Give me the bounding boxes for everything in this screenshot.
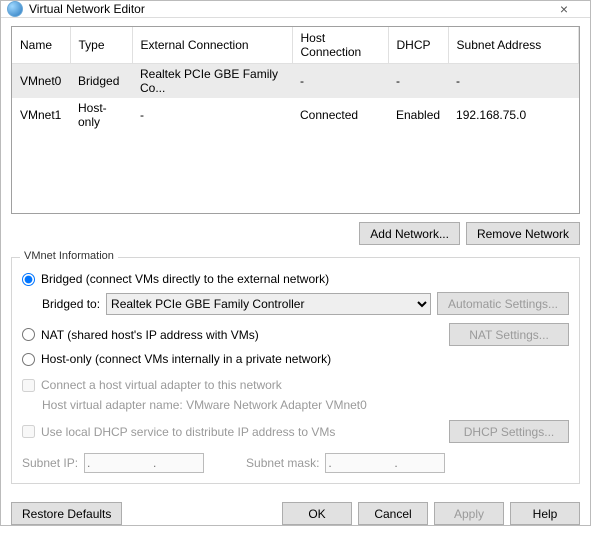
add-network-button[interactable]: Add Network... bbox=[359, 222, 460, 245]
nat-radio[interactable] bbox=[22, 328, 35, 341]
dhcp-settings-button[interactable]: DHCP Settings... bbox=[449, 420, 569, 443]
vmnet-information-group: VMnet Information Bridged (connect VMs d… bbox=[11, 257, 580, 484]
use-dhcp-checkbox[interactable] bbox=[22, 425, 35, 438]
col-type[interactable]: Type bbox=[70, 27, 132, 64]
network-table[interactable]: Name Type External Connection Host Conne… bbox=[11, 26, 580, 214]
ok-button[interactable]: OK bbox=[282, 502, 352, 525]
app-icon bbox=[7, 1, 23, 17]
hostonly-radio[interactable] bbox=[22, 353, 35, 366]
cell-dhcp: - bbox=[388, 64, 448, 99]
bridged-to-label: Bridged to: bbox=[42, 297, 100, 311]
cell-ext: - bbox=[132, 98, 292, 132]
window-title: Virtual Network Editor bbox=[29, 2, 544, 16]
nat-label: NAT (shared host's IP address with VMs) bbox=[41, 328, 259, 342]
cell-host: - bbox=[292, 64, 388, 99]
hostonly-label: Host-only (connect VMs internally in a p… bbox=[41, 352, 331, 366]
cell-subnet: 192.168.75.0 bbox=[448, 98, 578, 132]
bridged-to-select[interactable]: Realtek PCIe GBE Family Controller bbox=[106, 293, 431, 315]
col-host[interactable]: Host Connection bbox=[292, 27, 388, 64]
col-subnet[interactable]: Subnet Address bbox=[448, 27, 578, 64]
group-title: VMnet Information bbox=[20, 250, 118, 262]
titlebar: Virtual Network Editor × bbox=[1, 1, 590, 18]
cell-host: Connected bbox=[292, 98, 388, 132]
cell-ext: Realtek PCIe GBE Family Co... bbox=[132, 64, 292, 99]
cell-name: VMnet1 bbox=[12, 98, 70, 132]
virtual-network-editor-window: Virtual Network Editor × Name Type Exter… bbox=[0, 0, 591, 526]
host-adapter-name-label: Host virtual adapter name: VMware Networ… bbox=[42, 398, 569, 412]
connect-host-adapter-checkbox[interactable] bbox=[22, 379, 35, 392]
col-ext[interactable]: External Connection bbox=[132, 27, 292, 64]
cell-dhcp: Enabled bbox=[388, 98, 448, 132]
bridged-radio[interactable] bbox=[22, 273, 35, 286]
cancel-button[interactable]: Cancel bbox=[358, 502, 428, 525]
nat-settings-button[interactable]: NAT Settings... bbox=[449, 323, 569, 346]
subnet-ip-label: Subnet IP: bbox=[22, 456, 78, 470]
remove-network-button[interactable]: Remove Network bbox=[466, 222, 580, 245]
table-row[interactable]: VMnet0 Bridged Realtek PCIe GBE Family C… bbox=[12, 64, 579, 99]
subnet-mask-input[interactable] bbox=[325, 453, 445, 473]
subnet-mask-label: Subnet mask: bbox=[246, 456, 319, 470]
restore-defaults-button[interactable]: Restore Defaults bbox=[11, 502, 122, 525]
col-name[interactable]: Name bbox=[12, 27, 70, 64]
close-icon[interactable]: × bbox=[544, 1, 584, 17]
connect-host-adapter-label: Connect a host virtual adapter to this n… bbox=[41, 378, 282, 392]
help-button[interactable]: Help bbox=[510, 502, 580, 525]
apply-button[interactable]: Apply bbox=[434, 502, 504, 525]
cell-type: Bridged bbox=[70, 64, 132, 99]
bridged-label: Bridged (connect VMs directly to the ext… bbox=[41, 272, 329, 286]
automatic-settings-button[interactable]: Automatic Settings... bbox=[437, 292, 569, 315]
subnet-ip-input[interactable] bbox=[84, 453, 204, 473]
cell-subnet: - bbox=[448, 64, 578, 99]
col-dhcp[interactable]: DHCP bbox=[388, 27, 448, 64]
table-row[interactable]: VMnet1 Host-only - Connected Enabled 192… bbox=[12, 98, 579, 132]
use-dhcp-label: Use local DHCP service to distribute IP … bbox=[41, 425, 335, 439]
cell-name: VMnet0 bbox=[12, 64, 70, 99]
cell-type: Host-only bbox=[70, 98, 132, 132]
